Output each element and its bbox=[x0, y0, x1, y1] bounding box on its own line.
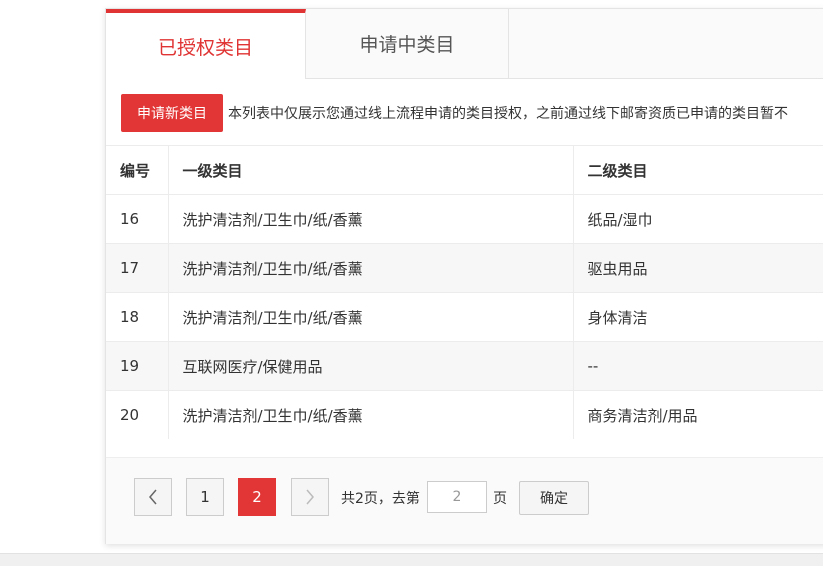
chevron-right-icon bbox=[306, 489, 314, 505]
cell-level1: 洗护清洁剂/卫生巾/纸/香薰 bbox=[168, 194, 574, 244]
page-1-button[interactable]: 1 bbox=[186, 478, 224, 516]
header-level2: 二级类目 bbox=[573, 145, 823, 195]
cell-number: 16 bbox=[106, 194, 169, 244]
table-row: 20 洗护清洁剂/卫生巾/纸/香薰 商务清洁剂/用品 bbox=[106, 390, 823, 439]
cell-level2: 纸品/湿巾 bbox=[573, 194, 823, 244]
cell-number: 19 bbox=[106, 341, 169, 391]
header-number: 编号 bbox=[106, 145, 169, 195]
cell-level2: 身体清洁 bbox=[573, 292, 823, 342]
category-table: 编号 一级类目 二级类目 16 洗护清洁剂/卫生巾/纸/香薰 纸品/湿巾 17 … bbox=[106, 145, 823, 439]
cell-level2: 驱虫用品 bbox=[573, 243, 823, 293]
page-suffix-text: 页 bbox=[493, 491, 507, 507]
goto-confirm-button[interactable]: 确定 bbox=[519, 481, 589, 515]
tab-pending[interactable]: 申请中类目 bbox=[306, 9, 509, 78]
goto-page-input[interactable] bbox=[427, 481, 487, 513]
notice-text: 本列表中仅展示您通过线上流程申请的类目授权，之前通过线下邮寄资质已申请的类目暂不 bbox=[228, 106, 788, 122]
cell-level2: -- bbox=[573, 341, 823, 391]
table-row: 16 洗护清洁剂/卫生巾/纸/香薰 纸品/湿巾 bbox=[106, 194, 823, 244]
cell-level1: 洗护清洁剂/卫生巾/纸/香薰 bbox=[168, 243, 574, 293]
bottom-strip bbox=[0, 553, 823, 566]
tab-bar: 已授权类目 申请中类目 bbox=[106, 9, 823, 79]
cell-number: 18 bbox=[106, 292, 169, 342]
cell-number: 17 bbox=[106, 243, 169, 293]
table-row: 18 洗护清洁剂/卫生巾/纸/香薰 身体清洁 bbox=[106, 292, 823, 342]
total-pages-text: 共2页，去第 bbox=[341, 491, 420, 507]
cell-number: 20 bbox=[106, 390, 169, 439]
header-level1: 一级类目 bbox=[168, 145, 574, 195]
category-panel: 已授权类目 申请中类目 申请新类目 本列表中仅展示您通过线上流程申请的类目授权，… bbox=[105, 8, 823, 544]
tab-authorized[interactable]: 已授权类目 bbox=[106, 9, 306, 79]
table-row: 17 洗护清洁剂/卫生巾/纸/香薰 驱虫用品 bbox=[106, 243, 823, 293]
apply-new-category-button[interactable]: 申请新类目 bbox=[121, 94, 223, 132]
toolbar: 申请新类目 本列表中仅展示您通过线上流程申请的类目授权，之前通过线下邮寄资质已申… bbox=[106, 79, 823, 145]
cell-level1: 洗护清洁剂/卫生巾/纸/香薰 bbox=[168, 292, 574, 342]
cell-level1: 互联网医疗/保健用品 bbox=[168, 341, 574, 391]
cell-level2: 商务清洁剂/用品 bbox=[573, 390, 823, 439]
next-page-button[interactable] bbox=[291, 478, 329, 516]
table-header-row: 编号 一级类目 二级类目 bbox=[106, 145, 823, 195]
prev-page-button[interactable] bbox=[134, 478, 172, 516]
table-row: 19 互联网医疗/保健用品 -- bbox=[106, 341, 823, 391]
pagination: 1 2 共2页，去第 页 确定 bbox=[106, 457, 823, 544]
page-2-button[interactable]: 2 bbox=[238, 478, 276, 516]
tab-content: 申请新类目 本列表中仅展示您通过线上流程申请的类目授权，之前通过线下邮寄资质已申… bbox=[106, 79, 823, 457]
chevron-left-icon bbox=[149, 489, 157, 505]
cell-level1: 洗护清洁剂/卫生巾/纸/香薰 bbox=[168, 390, 574, 439]
